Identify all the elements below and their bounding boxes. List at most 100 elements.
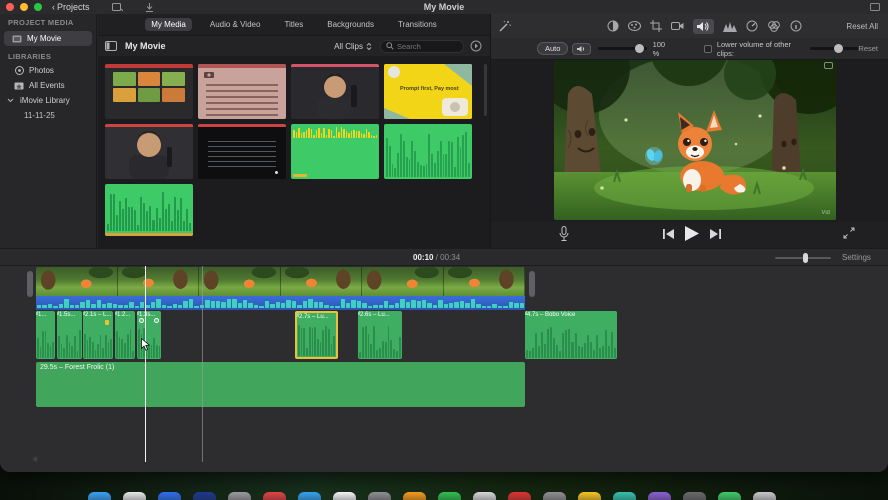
window-share-icon[interactable] [870,3,880,11]
previous-frame-button[interactable] [663,229,674,239]
dock-icon[interactable] [578,492,601,500]
timeline-audio-clip-1[interactable]: 1... [36,311,55,359]
stabilization-icon[interactable] [671,21,684,31]
search-box[interactable] [380,39,464,53]
thumbnail-pink-document[interactable] [198,64,286,119]
chevron-updown-icon [366,42,372,50]
volume-slider[interactable] [598,44,647,53]
browser-forward-icon[interactable] [470,40,482,52]
timeline-skimmer[interactable] [202,266,203,462]
timeline-playhead[interactable] [145,266,146,462]
fade-handle[interactable] [154,318,159,323]
timeline-zoom-slider[interactable] [775,253,831,263]
dock-icon[interactable] [193,492,216,500]
thumbnail-audio-clip-green-1[interactable] [384,124,472,179]
lower-volume-slider-knob[interactable] [834,44,844,53]
dock-icon[interactable] [123,492,146,500]
play-button[interactable] [685,226,699,241]
dock-icon[interactable] [368,492,391,500]
tab-backgrounds[interactable]: Backgrounds [321,18,380,31]
dock-icon[interactable] [473,492,496,500]
macos-dock[interactable] [88,492,776,500]
reset-volume-button[interactable]: Reset [858,44,878,53]
timeline-settings-button[interactable]: Settings [842,253,871,262]
next-frame-button[interactable] [710,229,721,239]
sidebar-item-my-movie[interactable]: My Movie [4,31,92,46]
dock-icon[interactable] [403,492,426,500]
tab-titles[interactable]: Titles [278,18,309,31]
crop-icon[interactable] [650,20,662,32]
dock-icon[interactable] [438,492,461,500]
dock-icon[interactable] [683,492,706,500]
dock-icon[interactable] [263,492,286,500]
volume-icon[interactable] [693,18,714,34]
tab-my-media[interactable]: My Media [145,18,192,31]
noise-eq-icon[interactable] [723,21,737,32]
sidebar-item-photos[interactable]: Photos [0,63,96,78]
lower-volume-slider[interactable] [810,44,859,53]
search-input[interactable] [397,41,457,51]
thumbnail-terminal-screenshot[interactable] [198,124,286,179]
thumbnail-audio-clip-green-2[interactable] [105,184,193,236]
clip-filter-icon[interactable] [767,20,781,32]
color-balance-icon[interactable] [607,20,619,32]
timeline-audio-clip-7[interactable]: 2.6s – Lu... [358,311,402,359]
clip-info-icon[interactable] [790,20,802,32]
timeline-zoom-knob[interactable] [803,253,808,263]
dock-icon[interactable] [613,492,636,500]
timeline-audio-clip-3[interactable]: 2.1s – L... [83,311,113,359]
tab-transitions[interactable]: Transitions [392,18,443,31]
dock-icon[interactable] [508,492,531,500]
clip-trim-handle-right[interactable] [529,271,535,297]
color-correction-icon[interactable] [628,20,641,32]
enhance-wand-icon[interactable] [499,20,511,32]
fullscreen-icon[interactable] [843,227,855,239]
thumbnail-fox-grid-screenshot[interactable] [105,64,193,119]
dock-icon[interactable] [298,492,321,500]
volume-percent: 100 % [652,39,666,58]
timeline-audio-clip-5[interactable]: 1.3s... [137,311,161,359]
thumbnail-audio-clip-yellow[interactable] [291,124,379,179]
lower-volume-label: Lower volume of other clips: [716,39,792,58]
mute-button[interactable] [572,42,592,55]
preview-video[interactable]: Vid [554,60,836,220]
sidebar-item-all-events[interactable]: All Events [0,78,96,93]
tab-audio-video[interactable]: Audio & Video [204,18,267,31]
volume-slider-knob[interactable] [634,44,644,53]
timeline-audio-clip-4[interactable]: 1.2... [115,311,135,359]
libraries-header: LIBRARIES [8,52,52,61]
clips-filter-dropdown[interactable]: All Clips [334,42,372,51]
dock-icon[interactable] [648,492,671,500]
sidebar-item-event-date[interactable]: 11-11-25 [0,108,96,123]
timeline-music-clip[interactable]: 29.5s – Forest Frolic (1) [36,362,525,407]
timeline-audio-clip-6-selected[interactable]: 2.7s – Lu... [295,311,338,359]
dock-icon[interactable] [158,492,181,500]
clip-trim-handle-left[interactable] [27,271,33,297]
dock-icon[interactable] [88,492,111,500]
timeline-audio-clip-bobo-voice[interactable]: 4.7s – Bobo Voice [525,311,617,359]
sidebar-item-imovie-library[interactable]: iMovie Library [0,93,96,108]
thumbnail-presenter-video-2[interactable] [105,124,193,179]
reset-all-button[interactable]: Reset All [846,22,878,31]
media-browser: Prompt first, Pay most [98,56,490,248]
voiceover-mic-icon[interactable] [559,226,569,241]
viewer-overlay-icon[interactable] [824,62,833,69]
browser-scrollbar[interactable] [484,64,487,116]
timeline: 1... 1.5s... 2.1s – L... 1.2... 1.3s... … [0,266,888,472]
dock-icon[interactable] [718,492,741,500]
speed-icon[interactable] [746,20,758,32]
fade-handle[interactable] [139,318,144,323]
thumbnail-presenter-video-1[interactable] [291,64,379,119]
dock-icon[interactable] [333,492,356,500]
dock-icon[interactable] [228,492,251,500]
dock-icon[interactable] [753,492,776,500]
dock-icon[interactable] [543,492,566,500]
timeline-audio-clip-2[interactable]: 1.5s... [57,311,82,359]
video-audio-track[interactable] [36,296,525,310]
auto-volume-button[interactable]: Auto [537,42,569,55]
video-clip-filmstrip[interactable] [36,267,525,296]
thumbnail-yellow-graphic[interactable]: Prompt first, Pay most [384,64,472,119]
sidebar-toggle-icon[interactable] [105,41,117,51]
fox-forest-scene [554,60,836,220]
lower-volume-checkbox[interactable] [704,44,712,53]
